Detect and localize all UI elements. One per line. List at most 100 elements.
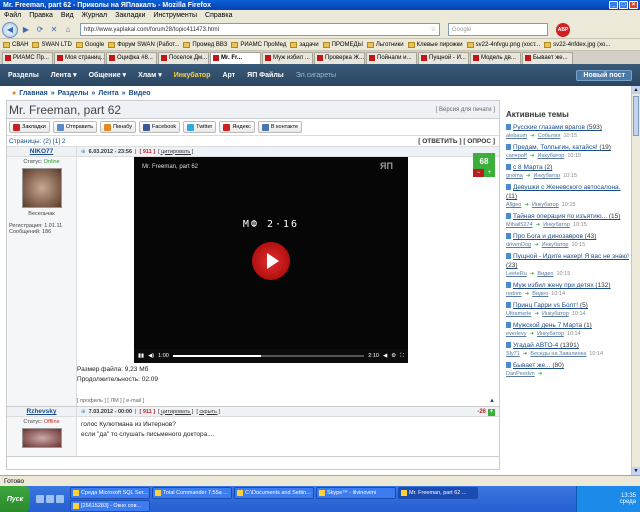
post-link-icon[interactable]: ⊕ [81,149,86,155]
bookmark-item[interactable]: SWAN LTD [32,41,72,48]
thread-title-row[interactable]: Муж избил жену при детях (132) [506,281,630,290]
bookmark-item[interactable]: СВАН [3,41,28,48]
bookmark-item[interactable]: ПРОМЕДЫ [322,41,363,48]
browser-tab[interactable]: Поселок Дм... [158,51,209,64]
thread-title-row[interactable]: Тайная операция по изъятию... (15) [506,212,630,221]
menu-item[interactable]: Справка [205,12,232,19]
start-button[interactable]: Пуск [0,486,30,512]
thread-title[interactable]: с 8 Марта [513,164,543,171]
breadcrumb-home[interactable]: Главная [19,90,47,97]
hide-link[interactable]: [ скрыть ] [196,409,220,415]
print-version-link[interactable]: [ Версия для печати ] [436,107,499,113]
post-up-arrow-icon[interactable]: ▲ [489,398,495,404]
share-button[interactable]: Закладки [9,121,50,133]
thread-section[interactable]: Видео [537,270,553,278]
minimize-button[interactable]: _ [609,1,618,9]
thread-section[interactable]: Беседы на Завалинка [530,350,586,358]
video-player[interactable]: Mr. Freeman, part 62 ЯП МФ 2·16 ▮▮ ◀) 1:… [134,157,408,363]
nav-item-junk[interactable]: Хлам ▾ [138,71,162,79]
post-number[interactable]: [ 911 ] [139,409,155,415]
pause-icon[interactable]: ▮▮ [138,353,144,359]
share-button[interactable]: Отправить [52,121,98,133]
thread-title[interactable]: Муж избил жену при детях [513,282,594,289]
post-author[interactable]: NIKO77 [7,147,76,157]
menu-item[interactable]: Закладки [115,12,145,19]
browser-tab[interactable]: Оцифка #8... [106,51,157,64]
bookmark-item[interactable]: Google [75,41,104,48]
thread-title-row[interactable]: Угадай АВТО-4 (1391) [506,341,630,350]
bookmark-item[interactable]: Клевые пирожки [407,41,463,48]
new-post-button[interactable]: Новый пост [576,69,632,81]
quote-link[interactable]: [ цитировать ] [158,149,193,155]
taskbar-task[interactable]: Skype™ - lilvinovimi [316,486,396,499]
thread-title-row[interactable]: с 8 Марта (2) [506,163,630,172]
thread-user[interactable]: Sly71 [506,350,520,358]
taskbar-task[interactable]: Среда Microsoft SQL Ser... [70,486,150,499]
quote-link[interactable]: [ цитировать ] [158,409,193,415]
thread-section[interactable]: Инкубатор [543,221,570,229]
reload-icon[interactable]: ⟳ [34,23,46,37]
back-arrow-icon[interactable]: ◀ [2,21,18,38]
nav-item-files[interactable]: ЯП Файлы [247,72,284,79]
browser-tab[interactable]: Бывает же... [522,51,573,64]
taskbar-task[interactable]: Mr. Freeman, part 62 ... [398,486,478,499]
thread-user[interactable]: LeeteRu [506,270,527,278]
share-button[interactable]: Twitter [183,121,217,133]
fullscreen-icon[interactable]: ⛶ [400,353,404,360]
bookmark-item[interactable]: sv22-4nfdex.jpg (хо... [544,41,610,48]
bookmark-item[interactable]: Промед ВВЗ [183,41,227,48]
thread-title[interactable]: Девушки с Женевского автосалона. [513,184,620,191]
taskbar-task[interactable]: C:\Documents and Settin... [234,486,314,499]
browser-tab[interactable]: Муж избил ... [262,51,313,64]
share-button[interactable]: Яндекс [219,121,255,133]
thread-section[interactable]: Инкубатор [532,201,559,209]
play-button[interactable] [252,242,290,280]
thread-title-row[interactable]: Русские глазами врагов (593) [506,123,630,132]
home-icon[interactable]: ⌂ [62,23,74,37]
post-number[interactable]: [ 911 ] [139,149,155,155]
thread-user[interactable]: drivenDog [506,241,531,249]
thread-user[interactable]: gnoma [506,172,523,180]
scroll-down-arrow-icon[interactable]: ▼ [632,467,640,475]
breadcrumb-feed[interactable]: Лента [98,90,118,97]
thread-user[interactable]: Ultramerle [506,310,531,318]
thread-title-row[interactable]: Мужской день 7 Марта (1) [506,321,630,330]
thread-section[interactable]: Инкубатор [538,152,565,160]
thread-title[interactable]: Мужской день 7 Марта [513,322,582,329]
browser-tab[interactable]: РИАМС Пр... [2,51,53,64]
thread-user[interactable]: Allgeo [506,201,521,209]
volume-icon[interactable]: ◀) [148,353,154,359]
thread-section[interactable]: Инкубатор [537,330,564,338]
quick-launch-icon[interactable] [36,495,44,503]
browser-tab[interactable]: Проверка Ж... [314,51,365,64]
taskbar-task[interactable]: [26615283] - Окно сов... [70,499,150,512]
browser-tab[interactable]: Модель дв... [470,51,521,64]
thread-title[interactable]: Тайная операция по изъятию... [513,213,607,220]
vote-up-button[interactable]: + [484,169,495,177]
reply-poll-actions[interactable]: [ ОТВЕТИТЬ ] [ ОПРОС ] [418,138,499,145]
vote-down-button[interactable]: − [473,169,484,177]
bookmark-item[interactable]: задачи [290,41,319,48]
breadcrumb-video[interactable]: Видео [129,90,151,97]
post-author[interactable]: Rzhevsky [7,407,76,417]
thread-user[interactable]: alebaum [506,132,527,140]
thread-title[interactable]: Русские глазами врагов [513,124,585,131]
post-link-icon[interactable]: ⊕ [81,409,86,415]
browser-tab[interactable]: Mr. Fr... [210,51,261,64]
nav-item-chat[interactable]: Общение ▾ [89,71,126,79]
maximize-button[interactable]: □ [619,1,628,9]
thread-section[interactable]: Инкубатор [542,241,569,249]
thread-title[interactable]: Угадай АВТО-4 [513,342,558,349]
thread-title[interactable]: Принц Гарри vs Болт! [513,302,578,309]
menu-item[interactable]: Вид [61,12,74,19]
share-button[interactable]: Facebook [139,121,181,133]
taskbar-task[interactable]: Total Commander 7.55a ... [152,486,232,499]
browser-tab[interactable]: Моя страниц... [54,51,105,64]
thread-section[interactable]: Инкубатор [533,172,560,180]
thread-title-row[interactable]: Про Бога и динозавров (43) [506,232,630,241]
thread-title-row[interactable]: Пущной - Идите нахер! Я вас не знаю! (23… [506,252,630,270]
share-button[interactable]: В контакте [257,121,303,133]
scrollbar-thumb[interactable] [633,96,639,136]
video-scrubber[interactable] [172,355,365,357]
browser-tab[interactable]: Пущной - И... [418,51,469,64]
